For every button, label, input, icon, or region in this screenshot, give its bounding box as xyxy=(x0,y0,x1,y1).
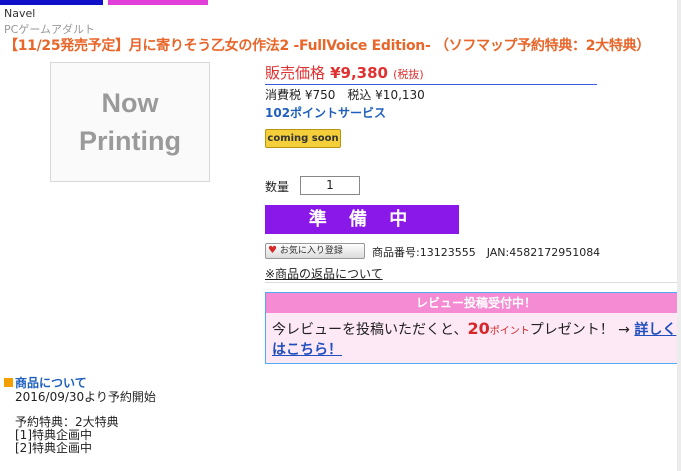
detail-line: [2]特典企画中 xyxy=(15,441,92,455)
review-details-link-continued[interactable]: はこちら！ xyxy=(272,339,342,359)
scrollbar-track[interactable] xyxy=(677,0,681,471)
square-bullet-icon xyxy=(4,378,13,387)
tax-info: 消費税 ¥750 税込 ¥10,130 xyxy=(265,88,425,102)
price-value: ¥9,380 xyxy=(330,64,388,82)
price-tax-note: (税抜) xyxy=(393,68,424,81)
review-campaign-box: レビュー投稿受付中！ 今レビューを投稿いただくと、20ポイントプレゼント！ → … xyxy=(265,292,681,364)
detail-line: 2016/09/30より予約開始 xyxy=(15,390,156,404)
divider xyxy=(265,282,681,283)
maker-name[interactable]: Navel xyxy=(4,7,35,20)
top-nav-bar-pink xyxy=(108,0,208,5)
quantity-input[interactable]: 1 xyxy=(300,176,360,195)
now-printing-line2: Printing xyxy=(79,126,181,156)
quantity-label: 数量 xyxy=(265,180,290,194)
points-service-link[interactable]: 102ポイントサービス xyxy=(265,104,386,121)
now-printing-line1: Now xyxy=(101,88,159,118)
review-points: 20 xyxy=(467,319,490,338)
review-header: レビュー投稿受付中！ xyxy=(266,293,681,313)
product-number: 商品番号:13123555 JAN:4582172951084 xyxy=(372,246,601,259)
heart-icon: ♥ xyxy=(268,245,277,256)
top-nav-bar-blue xyxy=(0,0,103,5)
review-details-link[interactable]: 詳しく xyxy=(634,322,676,338)
product-title: 【11/25発売予定】月に寄りそう乙女の作法2 -FullVoice Editi… xyxy=(4,38,650,54)
price-row: 販売価格 ¥9,380 (税抜) xyxy=(265,62,597,85)
review-text: 今レビューを投稿いただくと、20ポイントプレゼント！ → 詳しく xyxy=(272,319,676,339)
preparing-button[interactable]: 準 備 中 xyxy=(265,205,459,234)
review-text-after: プレゼント！ → xyxy=(529,322,635,338)
price-label: 販売価格 xyxy=(265,64,326,82)
review-text-before: 今レビューを投稿いただくと、 xyxy=(272,322,468,338)
coming-soon-badge: coming soon xyxy=(265,129,341,148)
product-image-placeholder: Now Printing xyxy=(50,62,210,182)
returns-policy-link[interactable]: ※商品の返品について xyxy=(265,265,383,282)
review-points-unit: ポイント xyxy=(489,326,530,337)
add-favorite-button[interactable]: ♥ お気に入り登録 xyxy=(265,243,365,259)
favorite-label: お気に入り登録 xyxy=(279,246,343,256)
